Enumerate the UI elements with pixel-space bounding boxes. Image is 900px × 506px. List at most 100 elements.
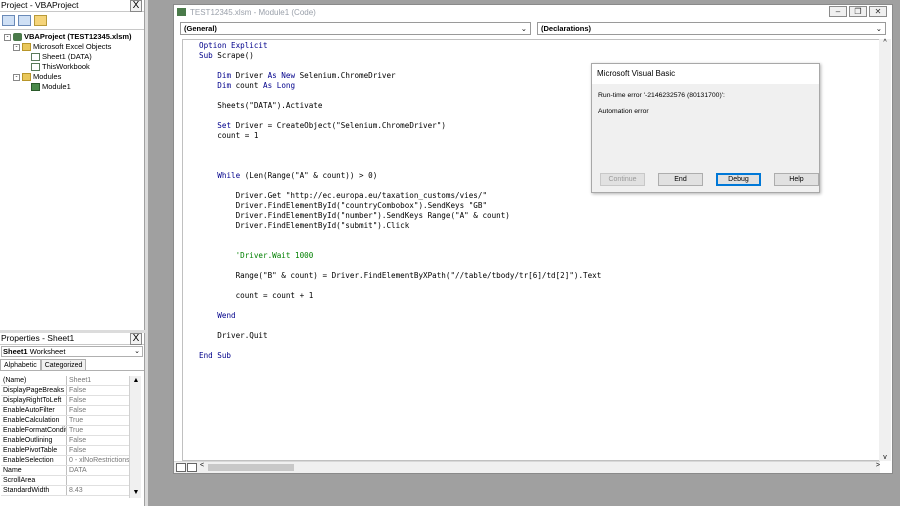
property-name: EnableCalculation <box>1 416 67 425</box>
property-value[interactable]: False <box>67 396 129 405</box>
property-name: (Name) <box>1 376 67 385</box>
properties-grid: (Name) Sheet1 DisplayPageBreaks False Displa… <box>1 376 129 496</box>
property-value[interactable]: DATA <box>67 466 129 475</box>
vba-project-icon <box>13 33 22 41</box>
full-module-view-icon[interactable] <box>187 463 197 472</box>
property-value[interactable]: True <box>67 416 129 425</box>
property-name: EnableOutlining <box>1 436 67 445</box>
property-name: EnableSelection <box>1 456 67 465</box>
tree-node[interactable]: Sheet1 (DATA) <box>0 52 144 62</box>
property-row[interactable]: EnableSelection 0 - xlNoRestrictions <box>1 456 129 466</box>
property-name: DisplayPageBreaks <box>1 386 67 395</box>
code-horizontal-scrollbar[interactable]: < > <box>174 461 880 473</box>
code-line: End Sub <box>199 351 232 360</box>
tree-node[interactable]: Module1 <box>0 82 144 92</box>
dialog-title: Microsoft Visual Basic <box>592 64 819 84</box>
close-icon[interactable]: X <box>130 333 142 345</box>
property-value[interactable] <box>67 476 129 485</box>
tree-node-label: Sheet1 (DATA) <box>42 52 92 61</box>
code-line: Range("B" & count) = Driver.FindElementB… <box>199 271 602 280</box>
scroll-up-icon[interactable]: ▲ <box>130 376 142 386</box>
property-value[interactable]: False <box>67 386 129 395</box>
chevron-down-icon: ⌄ <box>134 348 140 355</box>
tab-alphabetic[interactable]: Alphabetic <box>0 359 41 370</box>
close-icon[interactable]: ✕ <box>869 6 887 17</box>
property-value[interactable]: 0 - xlNoRestrictions <box>67 456 129 465</box>
view-object-icon[interactable] <box>18 15 31 26</box>
close-icon[interactable]: X <box>130 0 142 12</box>
project-pane-title-text: Project - VBAProject <box>1 0 79 10</box>
collapse-toggle-icon[interactable]: - <box>4 33 11 41</box>
code-vertical-scrollbar[interactable]: ^ v <box>879 39 891 461</box>
property-value[interactable]: Sheet1 <box>67 376 129 385</box>
property-row[interactable]: EnableCalculation True <box>1 416 129 426</box>
property-value[interactable]: False <box>67 446 129 455</box>
property-row[interactable]: EnablePivotTable False <box>1 446 129 456</box>
minimize-icon[interactable]: – <box>829 6 847 17</box>
code-line: Driver.FindElementById("submit").Click <box>199 221 410 230</box>
code-line: Option Explicit <box>199 41 268 50</box>
property-row[interactable]: ScrollArea <box>1 476 129 486</box>
property-name: ScrollArea <box>1 476 67 485</box>
scroll-down-icon[interactable]: ▼ <box>130 488 142 498</box>
property-row[interactable]: EnableFormatConditic True <box>1 426 129 436</box>
toggle-folders-icon[interactable] <box>34 15 47 26</box>
tree-node-label: Module1 <box>42 82 71 91</box>
property-value[interactable]: False <box>67 436 129 445</box>
property-row[interactable]: EnableOutlining False <box>1 436 129 446</box>
scroll-thumb[interactable] <box>208 464 294 471</box>
code-line: count = count + 1 <box>199 291 314 300</box>
project-toolbar <box>0 12 144 30</box>
project-pane-title: Project - VBAProject X <box>0 0 144 12</box>
tree-node[interactable]: - Microsoft Excel Objects <box>0 42 144 52</box>
tree-node[interactable]: ThisWorkbook <box>0 62 144 72</box>
collapse-toggle-icon[interactable]: - <box>13 43 20 51</box>
property-row[interactable]: EnableAutoFilter False <box>1 406 129 416</box>
collapse-toggle-icon[interactable]: - <box>13 73 20 81</box>
debug-button[interactable]: Debug <box>716 173 761 186</box>
object-combo[interactable]: (General) ⌄ <box>180 22 531 35</box>
property-name: EnableFormatConditic <box>3 426 67 435</box>
properties-pane: Properties - Sheet1 X Sheet1 Worksheet ⌄… <box>0 333 145 506</box>
code-line: Wend <box>217 311 236 320</box>
view-code-icon[interactable] <box>2 15 15 26</box>
property-name: StandardWidth <box>1 486 67 495</box>
code-line: Driver.FindElementById("countryCombobox"… <box>199 201 488 210</box>
error-detail: Automation error <box>598 108 649 115</box>
chevron-down-icon: ⌄ <box>520 24 527 33</box>
property-value[interactable]: 8.43 <box>67 486 129 495</box>
scroll-right-icon[interactable]: > <box>876 462 880 469</box>
scroll-up-icon[interactable]: ^ <box>879 39 891 46</box>
tab-categorized[interactable]: Categorized <box>40 359 87 370</box>
module-icon <box>31 83 40 91</box>
property-value[interactable]: False <box>67 406 129 415</box>
property-row[interactable]: StandardWidth 8.43 <box>1 486 129 496</box>
property-row[interactable]: DisplayRightToLeft False <box>1 396 129 406</box>
help-button[interactable]: Help <box>774 173 819 186</box>
object-selector[interactable]: Sheet1 Worksheet ⌄ <box>1 346 143 357</box>
restore-icon[interactable]: ❐ <box>849 6 867 17</box>
runtime-error-dialog: Microsoft Visual Basic Run-time error '-… <box>591 63 820 193</box>
property-value[interactable]: True <box>67 426 129 435</box>
scroll-down-icon[interactable]: v <box>879 454 891 461</box>
properties-scrollbar[interactable]: ▲ ▼ <box>129 376 141 498</box>
folder-icon <box>22 73 31 81</box>
properties-tabs: Alphabetic Categorized <box>0 359 144 371</box>
procedure-view-icon[interactable] <box>176 463 186 472</box>
procedure-combo[interactable]: (Declarations) ⌄ <box>537 22 886 35</box>
property-row[interactable]: DisplayPageBreaks False <box>1 386 129 396</box>
scroll-left-icon[interactable]: < <box>200 462 204 469</box>
project-tree: - VBAProject (TEST12345.xlsm) - Microsoft E… <box>0 30 144 92</box>
property-row[interactable]: (Name) Sheet1 <box>1 376 129 386</box>
property-name: EnablePivotTable <box>1 446 67 455</box>
tree-node[interactable]: - Modules <box>0 72 144 82</box>
property-row[interactable]: Name DATA <box>1 466 129 476</box>
tree-node[interactable]: - VBAProject (TEST12345.xlsm) <box>0 32 144 42</box>
code-window-titlebar: TEST12345.xlsm - Module1 (Code) – ❐ ✕ <box>174 5 892 20</box>
property-name: Name <box>1 466 67 475</box>
continue-button[interactable]: Continue <box>600 173 645 186</box>
end-button[interactable]: End <box>658 173 703 186</box>
